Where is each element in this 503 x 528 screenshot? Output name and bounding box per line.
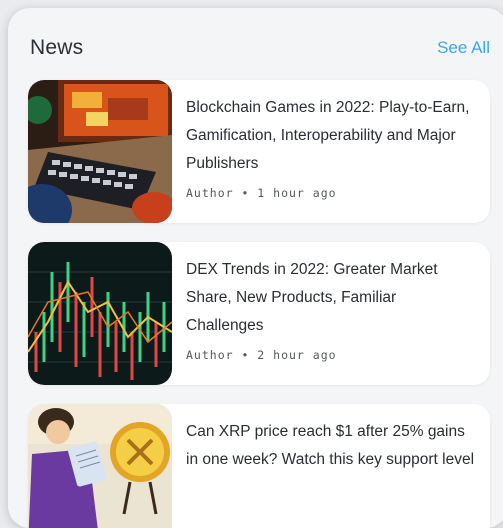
article-title: Can XRP price reach $1 after 25% gains i… [186,423,475,468]
news-card[interactable]: Can XRP price reach $1 after 25% gains i… [28,404,490,528]
trading-chart-image [28,242,172,385]
card-content: Can XRP price reach $1 after 25% gains i… [186,418,476,482]
news-card[interactable]: Blockchain Games in 2022: Play-to-Earn, … [28,80,490,223]
news-header: News See All [30,36,498,62]
see-all-link[interactable]: See All [437,38,490,58]
news-card[interactable]: DEX Trends in 2022: Greater Market Share… [28,242,490,385]
section-title: News [30,36,84,59]
article-meta: Author • 1 hour ago [186,186,337,200]
gaming-keyboard-image [28,80,172,223]
news-panel: News See All Blockchain Games in 2022: P… [8,8,503,528]
article-title: DEX Trends in 2022: Greater Market Share… [186,261,438,334]
card-content: DEX Trends in 2022: Greater Market Share… [186,256,476,362]
xrp-coin-image [28,404,172,528]
article-title: Blockchain Games in 2022: Play-to-Earn, … [186,99,470,172]
card-content: Blockchain Games in 2022: Play-to-Earn, … [186,94,476,200]
article-meta: Author • 2 hour ago [186,348,337,362]
